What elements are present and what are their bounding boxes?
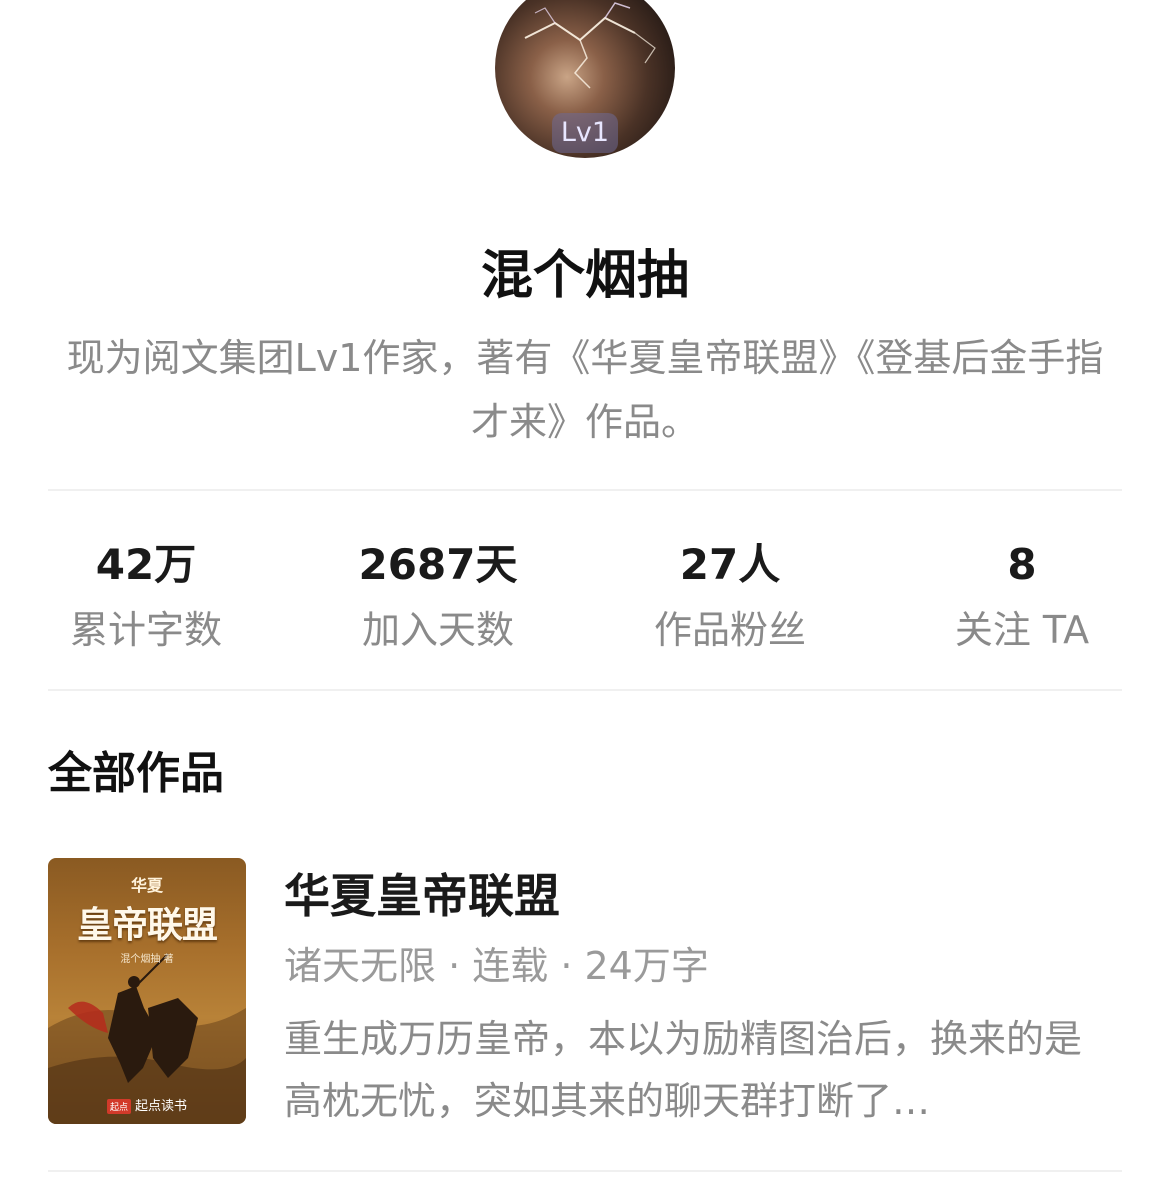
- stat-label: 作品粉丝: [653, 608, 806, 652]
- divider: [48, 689, 1122, 691]
- cover-title: 皇帝联盟: [76, 905, 218, 946]
- book-description: 重生成万历皇帝，本以为励精图治后，换来的是高枕无忧，突如其来的聊天群打断了…: [284, 1017, 1083, 1123]
- divider: [48, 1170, 1122, 1172]
- author-name: 混个烟抽: [480, 246, 689, 306]
- book-title[interactable]: 华夏皇帝联盟: [284, 866, 560, 926]
- stat-label: 关注 TA: [954, 608, 1090, 652]
- section-title-all-works: 全部作品: [48, 748, 224, 799]
- book-cover[interactable]: 华夏 皇帝联盟 混个烟抽 著 起点 起点读书: [48, 858, 246, 1124]
- cover-brand-tag: 起点: [106, 1099, 131, 1114]
- divider: [48, 489, 1122, 491]
- stat-value: 2687天: [358, 540, 518, 589]
- stat-value: 27人: [679, 540, 781, 589]
- stat-value: 42万: [95, 540, 197, 589]
- level-badge: Lv1: [552, 113, 618, 153]
- stat-value: 8: [1007, 540, 1037, 589]
- stats-row: 42万 累计字数 2687天 加入天数 27人 作品粉丝 8 关注 TA: [0, 536, 1170, 666]
- book-card[interactable]: 华夏 皇帝联盟 混个烟抽 著 起点 起点读书 华夏皇帝联盟 诸天无限 · 连载 ·…: [48, 858, 1122, 1124]
- book-meta: 诸天无限 · 连载 · 24万字: [284, 944, 709, 988]
- stat-fans[interactable]: 27人 作品粉丝: [584, 536, 876, 658]
- stat-label: 加入天数: [361, 608, 514, 652]
- cover-author: 混个烟抽 著: [120, 954, 174, 965]
- cover-subtitle: 华夏: [130, 876, 163, 895]
- stat-days-joined: 2687天 加入天数: [292, 536, 584, 658]
- stat-word-count: 42万 累计字数: [0, 536, 292, 658]
- stat-label: 累计字数: [69, 608, 222, 652]
- cover-brand: 起点 起点读书: [48, 1095, 246, 1114]
- cover-brand-name: 起点读书: [135, 1099, 188, 1114]
- author-bio: 现为阅文集团Lv1作家，著有《华夏皇帝联盟》《登基后金手指才来》作品。: [66, 336, 1104, 444]
- stat-following[interactable]: 8 关注 TA: [876, 536, 1168, 658]
